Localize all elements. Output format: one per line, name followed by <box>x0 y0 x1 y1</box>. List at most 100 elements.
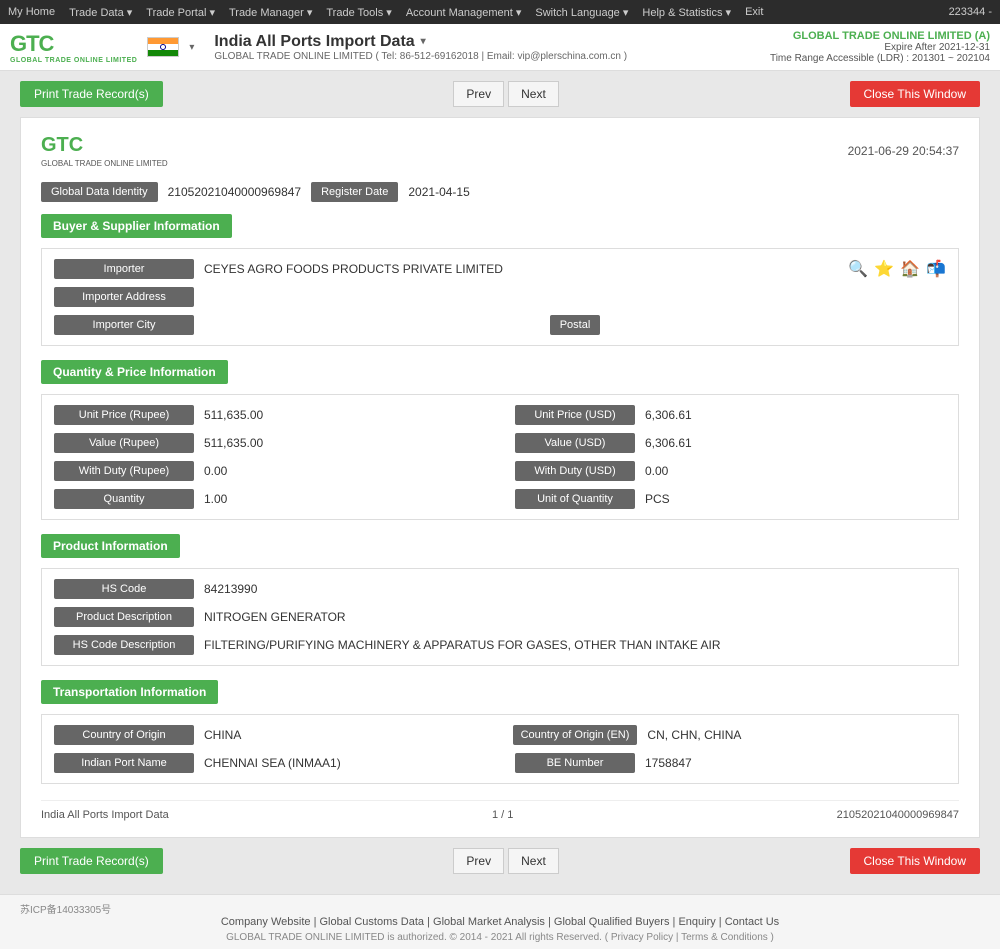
next-button-top[interactable]: Next <box>508 81 559 107</box>
unit-price-usd-label: Unit Price (USD) <box>515 405 635 425</box>
time-range: Time Range Accessible (LDR) : 201301 ~ 2… <box>770 53 990 64</box>
next-button-bottom[interactable]: Next <box>508 848 559 874</box>
global-data-identity-label: Global Data Identity <box>41 182 158 202</box>
flag-dropdown[interactable]: ▾ <box>189 42 194 53</box>
footer-copyright: GLOBAL TRADE ONLINE LIMITED is authorize… <box>20 932 980 943</box>
gtc-logo: GTC <box>10 31 53 57</box>
register-date-label: Register Date <box>311 182 398 202</box>
value-rupee-label: Value (Rupee) <box>54 433 194 453</box>
nav-help-statistics[interactable]: Help & Statistics ▾ <box>642 6 731 19</box>
nav-links: My Home Trade Data ▾ Trade Portal ▾ Trad… <box>8 6 763 19</box>
unit-price-rupee-label: Unit Price (Rupee) <box>54 405 194 425</box>
buyer-supplier-body: Importer CEYES AGRO FOODS PRODUCTS PRIVA… <box>41 248 959 346</box>
unit-quantity-value: PCS <box>645 492 946 506</box>
duty-rupee-label: With Duty (Rupee) <box>54 461 194 481</box>
home-icon[interactable]: 🏠 <box>900 259 920 279</box>
search-icon[interactable]: 🔍 <box>848 259 868 279</box>
star-icon[interactable]: ⭐ <box>874 259 894 279</box>
unit-price-row: Unit Price (Rupee) 511,635.00 Unit Price… <box>54 405 946 425</box>
action-bar-bottom: Print Trade Record(s) Prev Next Close Th… <box>20 848 980 874</box>
quantity-price-section: Quantity & Price Information Unit Price … <box>41 360 959 520</box>
title-dropdown[interactable]: ▾ <box>421 36 426 47</box>
unit-price-usd-value: 6,306.61 <box>645 408 946 422</box>
mail-icon[interactable]: 📬 <box>926 259 946 279</box>
footer-record-id: 21052021040000969847 <box>837 809 959 821</box>
enquiry-link[interactable]: Enquiry <box>678 916 715 928</box>
hs-code-label: HS Code <box>54 579 194 599</box>
prev-button-bottom[interactable]: Prev <box>453 848 504 874</box>
product-desc-label: Product Description <box>54 607 194 627</box>
duty-usd-value: 0.00 <box>645 464 946 478</box>
record-logo-text: GLOBAL TRADE ONLINE LIMITED <box>41 159 168 168</box>
buyer-supplier-section: Buyer & Supplier Information Importer CE… <box>41 214 959 346</box>
nav-buttons-bottom: Prev Next <box>453 848 558 874</box>
product-section: Product Information HS Code 84213990 Pro… <box>41 534 959 666</box>
global-buyers-link[interactable]: Global Qualified Buyers <box>554 916 670 928</box>
hs-code-desc-label: HS Code Description <box>54 635 194 655</box>
port-name-value: CHENNAI SEA (INMAA1) <box>204 756 505 770</box>
prev-button-top[interactable]: Prev <box>453 81 504 107</box>
global-market-link[interactable]: Global Market Analysis <box>433 916 545 928</box>
icp-number: 苏ICP备14033305号 <box>20 901 111 916</box>
transportation-section: Transportation Information Country of Or… <box>41 680 959 784</box>
value-usd-value: 6,306.61 <box>645 436 946 450</box>
footer-source: India All Ports Import Data <box>41 809 169 821</box>
register-date-value: 2021-04-15 <box>408 185 469 199</box>
country-origin-en-label: Country of Origin (EN) <box>513 725 638 745</box>
nav-exit[interactable]: Exit <box>745 6 763 19</box>
importer-label: Importer <box>54 259 194 279</box>
terms-link[interactable]: Terms & Conditions <box>681 932 768 943</box>
nav-account-management[interactable]: Account Management ▾ <box>406 6 522 19</box>
account-id: 223344 - <box>949 6 992 18</box>
product-desc-row: Product Description NITROGEN GENERATOR <box>54 607 946 627</box>
print-button-bottom[interactable]: Print Trade Record(s) <box>20 848 163 874</box>
close-button-top[interactable]: Close This Window <box>850 81 980 107</box>
expire-info: Expire After 2021-12-31 <box>770 42 990 53</box>
nav-trade-portal[interactable]: Trade Portal ▾ <box>146 6 215 19</box>
action-bar-top: Print Trade Record(s) Prev Next Close Th… <box>20 81 980 107</box>
hs-code-desc-row: HS Code Description FILTERING/PURIFYING … <box>54 635 946 655</box>
footer-bottom: 苏ICP备14033305号 <box>20 901 980 916</box>
importer-icons: 🔍 ⭐ 🏠 📬 <box>848 259 946 279</box>
contact-link[interactable]: Contact Us <box>725 916 779 928</box>
record-footer: India All Ports Import Data 1 / 1 210520… <box>41 800 959 821</box>
importer-city-row: Importer City Postal <box>54 315 946 335</box>
nav-trade-manager[interactable]: Trade Manager ▾ <box>229 6 312 19</box>
quantity-label: Quantity <box>54 489 194 509</box>
country-origin-row: Country of Origin CHINA Country of Origi… <box>54 725 946 745</box>
top-navigation: My Home Trade Data ▾ Trade Portal ▾ Trad… <box>0 0 1000 24</box>
port-name-row: Indian Port Name CHENNAI SEA (INMAA1) BE… <box>54 753 946 773</box>
value-row: Value (Rupee) 511,635.00 Value (USD) 6,3… <box>54 433 946 453</box>
importer-address-label: Importer Address <box>54 287 194 307</box>
content-area: Print Trade Record(s) Prev Next Close Th… <box>0 71 1000 894</box>
company-website-link[interactable]: Company Website <box>221 916 311 928</box>
transportation-body: Country of Origin CHINA Country of Origi… <box>41 714 959 784</box>
nav-switch-language[interactable]: Switch Language ▾ <box>535 6 628 19</box>
page-title: India All Ports Import Data ▾ <box>214 33 760 51</box>
product-body: HS Code 84213990 Product Description NIT… <box>41 568 959 666</box>
header-bar: GTC GLOBAL TRADE ONLINE LIMITED ▾ India … <box>0 24 1000 71</box>
print-button-top[interactable]: Print Trade Record(s) <box>20 81 163 107</box>
company-link[interactable]: GLOBAL TRADE ONLINE LIMITED (A) <box>793 30 990 42</box>
product-desc-value: NITROGEN GENERATOR <box>204 610 946 624</box>
record-gtc-logo: GTC <box>41 134 83 157</box>
nav-trade-data[interactable]: Trade Data ▾ <box>69 6 132 19</box>
company-info: GLOBAL TRADE ONLINE LIMITED ( Tel: 86-51… <box>214 51 760 62</box>
product-title: Product Information <box>41 534 180 558</box>
nav-my-home[interactable]: My Home <box>8 6 55 19</box>
importer-value: CEYES AGRO FOODS PRODUCTS PRIVATE LIMITE… <box>204 262 828 276</box>
nav-trade-tools[interactable]: Trade Tools ▾ <box>326 6 391 19</box>
record-header: GTC GLOBAL TRADE ONLINE LIMITED 2021-06-… <box>41 134 959 168</box>
privacy-policy-link[interactable]: Privacy Policy <box>611 932 673 943</box>
duty-rupee-value: 0.00 <box>204 464 505 478</box>
postal-label: Postal <box>550 315 601 335</box>
record-card: GTC GLOBAL TRADE ONLINE LIMITED 2021-06-… <box>20 117 980 838</box>
record-logo: GTC GLOBAL TRADE ONLINE LIMITED <box>41 134 168 168</box>
close-button-bottom[interactable]: Close This Window <box>850 848 980 874</box>
value-usd-label: Value (USD) <box>515 433 635 453</box>
importer-row: Importer CEYES AGRO FOODS PRODUCTS PRIVA… <box>54 259 946 279</box>
global-customs-link[interactable]: Global Customs Data <box>320 916 425 928</box>
footer-pagination: 1 / 1 <box>492 809 513 821</box>
duty-usd-label: With Duty (USD) <box>515 461 635 481</box>
logo-area: GTC GLOBAL TRADE ONLINE LIMITED <box>10 31 137 64</box>
